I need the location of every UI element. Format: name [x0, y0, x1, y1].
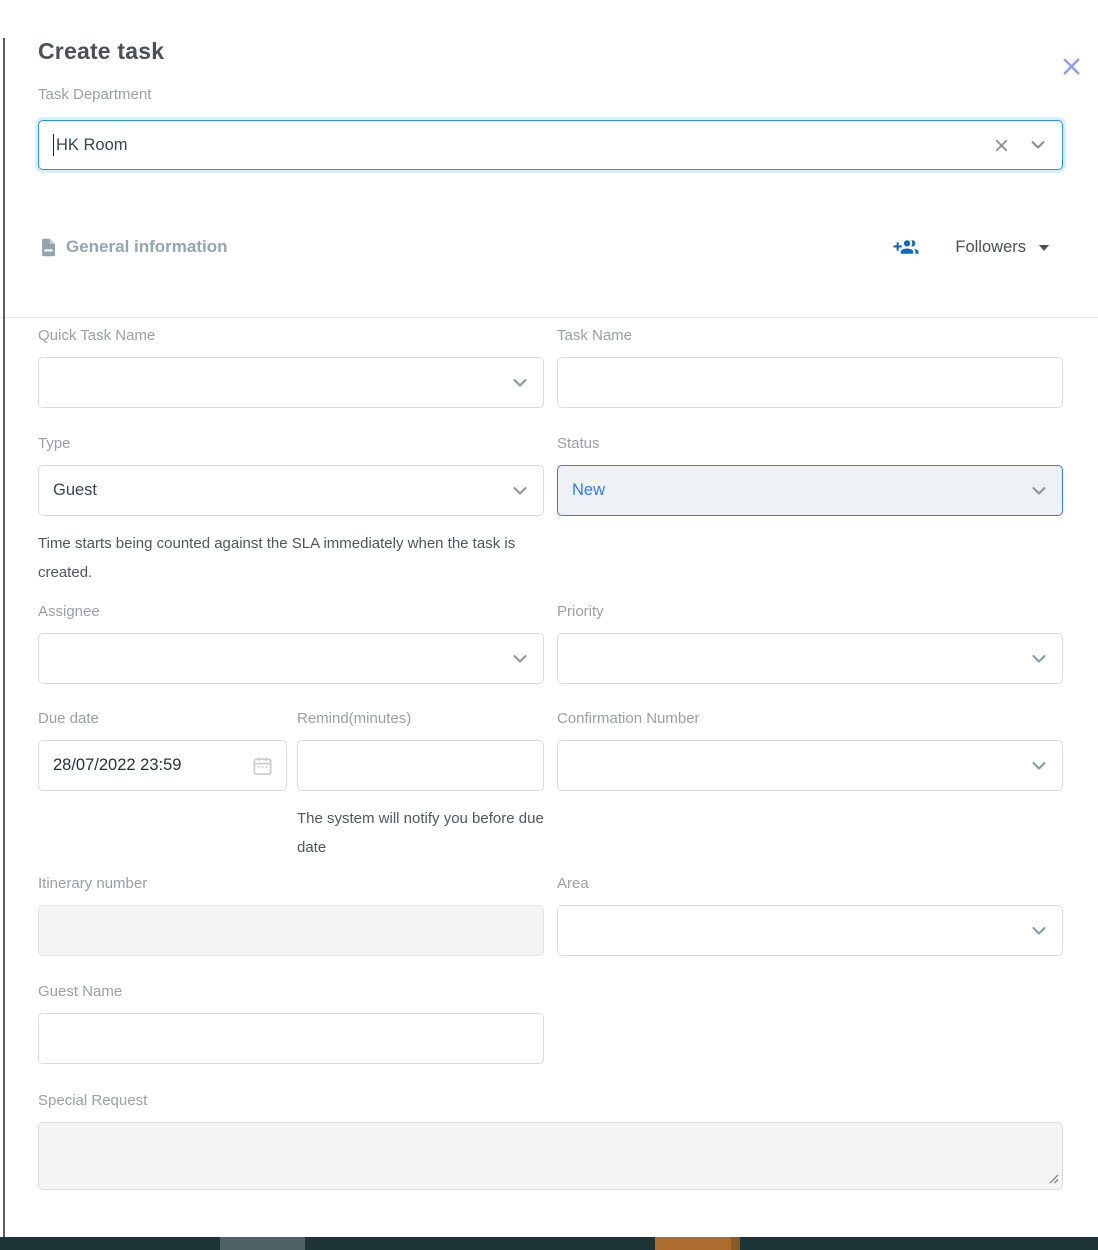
- create-task-modal: Create task Task Department HK Room Gene…: [0, 38, 1098, 1190]
- close-button[interactable]: [1057, 52, 1085, 80]
- chevron-down-icon: [1029, 921, 1049, 941]
- general-information-header: General information: [38, 236, 228, 259]
- itinerary-number-input: [38, 905, 544, 956]
- section-divider: [0, 317, 1098, 318]
- background-segment-light: [220, 1237, 305, 1250]
- chevron-down-icon: [510, 649, 530, 669]
- chevron-down-icon: [1028, 135, 1048, 155]
- remind-label: Remind(minutes): [297, 710, 544, 728]
- special-request-textarea[interactable]: [38, 1122, 1063, 1190]
- chevron-down-icon: [1029, 649, 1049, 669]
- caret-down-icon: [1039, 245, 1049, 251]
- quick-task-name-label: Quick Task Name: [38, 327, 544, 345]
- assignee-select[interactable]: [38, 633, 544, 684]
- background-page-strip: [0, 1237, 1098, 1250]
- task-name-input[interactable]: [557, 357, 1063, 408]
- assignee-label: Assignee: [38, 603, 544, 621]
- add-followers-button[interactable]: [891, 235, 921, 260]
- area-label: Area: [557, 875, 1063, 893]
- clear-x-icon: [992, 136, 1011, 155]
- type-label: Type: [38, 435, 544, 453]
- text-cursor: [53, 134, 54, 156]
- special-request-label: Special Request: [38, 1092, 1063, 1110]
- confirmation-number-label: Confirmation Number: [557, 710, 1063, 728]
- remind-helper-text: The system will notify you before due da…: [297, 804, 544, 862]
- followers-label: Followers: [955, 238, 1026, 257]
- page-title: Create task: [38, 38, 1063, 65]
- background-segment-orange: [655, 1237, 731, 1250]
- department-dropdown-toggle[interactable]: [1028, 135, 1048, 155]
- clear-button[interactable]: [992, 136, 1011, 155]
- chevron-down-icon: [510, 373, 530, 393]
- task-department-combobox[interactable]: HK Room: [38, 120, 1063, 170]
- calendar-icon: [251, 754, 274, 777]
- resize-grip-icon[interactable]: [1047, 1172, 1059, 1184]
- priority-select[interactable]: [557, 633, 1063, 684]
- guest-name-input[interactable]: [38, 1013, 544, 1064]
- type-helper-text: Time starts being counted against the SL…: [38, 529, 544, 587]
- task-name-label: Task Name: [557, 327, 1063, 345]
- document-icon: [38, 236, 59, 259]
- section-title: General information: [66, 237, 228, 257]
- chevron-down-icon: [510, 481, 530, 501]
- priority-label: Priority: [557, 603, 1063, 621]
- window-edge-line: [3, 38, 5, 1237]
- remind-input[interactable]: [297, 740, 544, 791]
- task-department-value: HK Room: [56, 136, 128, 155]
- status-select[interactable]: New: [557, 465, 1063, 516]
- type-value: Guest: [53, 481, 97, 500]
- status-value: New: [572, 481, 605, 500]
- person-add-icon: [891, 235, 921, 260]
- type-select[interactable]: Guest: [38, 465, 544, 516]
- guest-name-label: Guest Name: [38, 983, 544, 1001]
- quick-task-name-select[interactable]: [38, 357, 544, 408]
- followers-dropdown[interactable]: Followers: [955, 238, 1049, 257]
- area-select[interactable]: [557, 905, 1063, 956]
- itinerary-number-label: Itinerary number: [38, 875, 544, 893]
- confirmation-number-select[interactable]: [557, 740, 1063, 791]
- chevron-down-icon: [1029, 481, 1049, 501]
- due-date-value: 28/07/2022 23:59: [53, 756, 181, 775]
- due-date-label: Due date: [38, 710, 287, 728]
- status-label: Status: [557, 435, 1063, 453]
- close-icon: [1060, 55, 1083, 78]
- chevron-down-icon: [1029, 756, 1049, 776]
- due-date-picker[interactable]: 28/07/2022 23:59: [38, 740, 287, 791]
- background-segment-orange-dark: [731, 1237, 740, 1250]
- task-department-label: Task Department: [38, 86, 1063, 104]
